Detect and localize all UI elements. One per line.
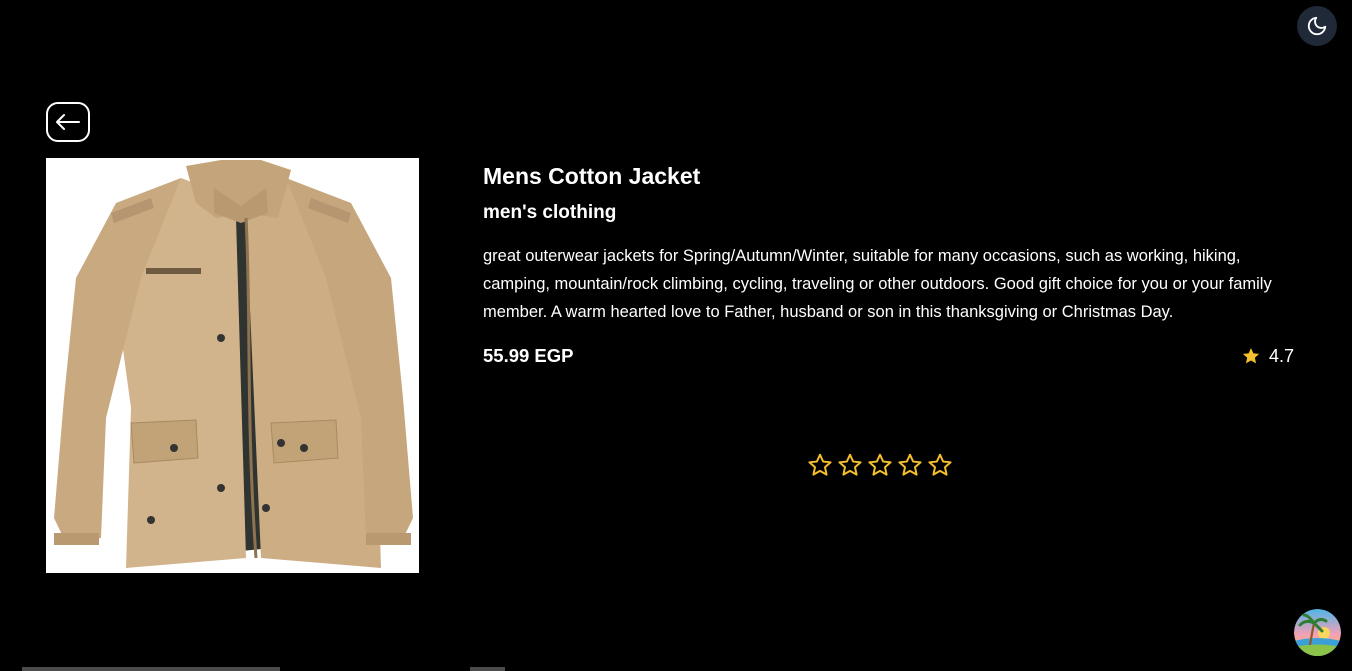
rating-value: 4.7 <box>1268 345 1294 366</box>
product-details-page: Mens Cotton Jacket men's clothing great … <box>0 0 1352 671</box>
moon-icon <box>1307 16 1327 36</box>
product-title: Mens Cotton Jacket <box>483 163 701 189</box>
product-rating: 4.7 <box>1241 346 1294 367</box>
beach-palm-icon <box>1294 609 1341 656</box>
floating-action-button[interactable] <box>1294 609 1341 656</box>
jacket-illustration <box>46 158 419 573</box>
product-category: men's clothing <box>483 202 617 223</box>
scrollbar-thumb[interactable] <box>22 667 280 671</box>
rate-star-4[interactable] <box>897 452 923 483</box>
rate-star-5[interactable] <box>927 452 953 483</box>
rate-star-3[interactable] <box>867 452 893 483</box>
scrollbar-thumb-secondary[interactable] <box>470 667 505 671</box>
price-rating-row: 55.99 EGP 4.7 <box>483 341 1295 371</box>
back-button[interactable] <box>46 102 90 142</box>
star-icon <box>1242 348 1260 364</box>
theme-toggle-button[interactable] <box>1297 6 1337 46</box>
star-outline-icon <box>928 453 952 476</box>
product-details: Mens Cotton Jacket men's clothing great … <box>483 160 1295 371</box>
product-price: 55.99 EGP <box>483 345 574 366</box>
product-image <box>46 158 419 573</box>
star-outline-icon <box>838 453 862 476</box>
rate-stars <box>807 452 953 483</box>
product-description: great outerwear jackets for Spring/Autum… <box>483 247 1272 321</box>
rate-star-2[interactable] <box>837 452 863 483</box>
rate-star-1[interactable] <box>807 452 833 483</box>
arrow-left-icon <box>56 114 80 130</box>
star-outline-icon <box>898 453 922 476</box>
star-outline-icon <box>868 453 892 476</box>
star-outline-icon <box>808 453 832 476</box>
